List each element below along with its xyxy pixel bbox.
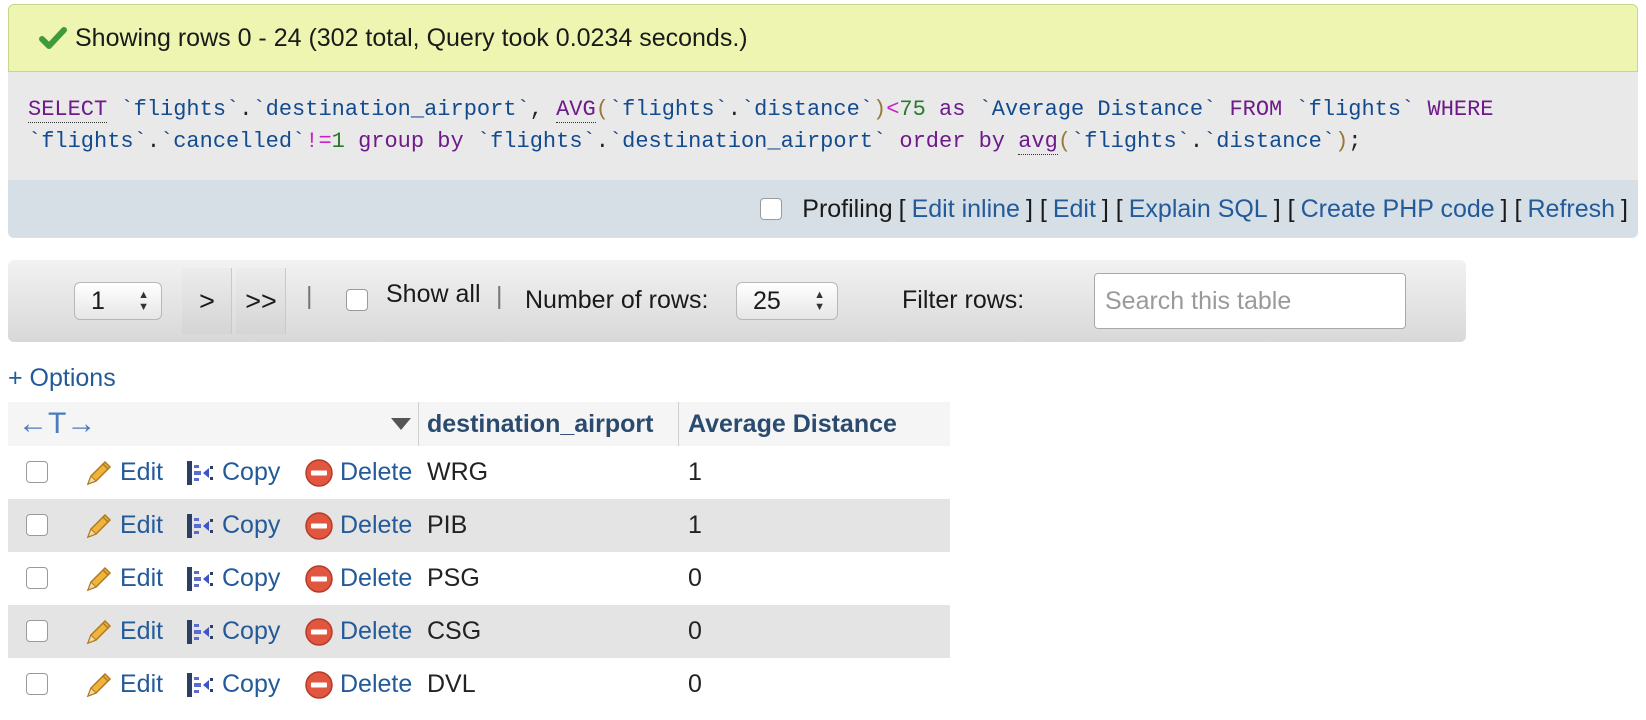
copy-row-button[interactable]: Copy <box>184 499 280 552</box>
success-message: Showing rows 0 - 24 (302 total, Query to… <box>8 4 1638 72</box>
status-message: Showing rows 0 - 24 (302 total, Query to… <box>75 23 748 52</box>
delete-row-button[interactable]: Delete <box>304 446 412 499</box>
delete-icon <box>305 564 333 593</box>
copy-row-button[interactable]: Copy <box>184 446 280 499</box>
table-row: Edit Copy Delete PSG 0 <box>8 552 950 605</box>
copy-row-icon <box>187 672 213 697</box>
options-toggle[interactable]: + Options <box>8 364 116 393</box>
copy-label: Copy <box>222 617 281 645</box>
copy-row-icon <box>187 566 213 591</box>
copy-row-button[interactable]: Copy <box>184 552 280 605</box>
cell-destination-airport[interactable]: DVL <box>427 658 476 711</box>
delete-row-button[interactable]: Delete <box>304 499 412 552</box>
nav-separator: | <box>496 282 503 310</box>
rows-label: Number of rows: <box>525 286 709 314</box>
edit-label: Edit <box>120 511 164 539</box>
copy-row-button[interactable]: Copy <box>184 605 280 658</box>
cell-average-distance[interactable]: 0 <box>688 658 702 711</box>
copy-label: Copy <box>222 564 281 592</box>
cell-average-distance[interactable]: 1 <box>688 446 702 499</box>
cell-average-distance[interactable]: 1 <box>688 499 702 552</box>
delete-row-button[interactable]: Delete <box>304 552 412 605</box>
query-actions-bar: Profiling [ Edit inline ] [ Edit ] [ Exp… <box>8 180 1638 238</box>
copy-label: Copy <box>222 458 281 486</box>
delete-icon <box>305 458 333 487</box>
copy-row-button[interactable]: Copy <box>184 658 280 711</box>
delete-row-button[interactable]: Delete <box>304 605 412 658</box>
copy-row-icon <box>187 460 213 485</box>
pencil-icon <box>86 619 112 644</box>
copy-label: Copy <box>222 511 281 539</box>
next-page-button[interactable]: > <box>182 268 232 334</box>
select-arrows-icon: ▲ ▼ <box>138 289 149 313</box>
copy-label: Copy <box>222 670 281 698</box>
edit-row-button[interactable]: Edit <box>84 552 163 605</box>
edit-label: Edit <box>120 458 164 486</box>
edit-label: Edit <box>120 617 164 645</box>
profiling-label: Profiling <box>802 194 893 223</box>
pencil-icon <box>86 566 112 591</box>
results-table: ←T→ destination_airport Average Distance… <box>8 402 950 711</box>
pencil-icon <box>86 460 112 485</box>
cell-average-distance[interactable]: 0 <box>688 552 702 605</box>
table-row: Edit Copy Delete PIB 1 <box>8 499 950 552</box>
edit-row-button[interactable]: Edit <box>84 605 163 658</box>
cell-destination-airport[interactable]: PIB <box>427 499 467 552</box>
edit-label: Edit <box>120 564 164 592</box>
pencil-icon <box>86 513 112 538</box>
row-checkbox[interactable] <box>26 620 48 642</box>
refresh-link[interactable]: Refresh <box>1528 195 1616 224</box>
show-all-checkbox[interactable] <box>346 289 368 311</box>
sql-query: SELECT `flights`.`destination_airport`, … <box>8 72 1638 180</box>
edit-row-button[interactable]: Edit <box>84 499 163 552</box>
profiling-checkbox[interactable] <box>760 198 783 220</box>
row-checkbox[interactable] <box>26 673 48 695</box>
delete-icon <box>305 670 333 699</box>
sql-line-2: `flights`.`cancelled`!=1 group by `fligh… <box>28 129 1362 155</box>
delete-icon <box>305 511 333 540</box>
delete-label: Delete <box>340 511 413 539</box>
nav-separator: | <box>306 282 313 310</box>
edit-label: Edit <box>120 670 164 698</box>
pencil-icon <box>86 672 112 697</box>
check-icon <box>39 27 67 49</box>
filter-rows-label: Filter rows: <box>902 286 1025 314</box>
delete-label: Delete <box>340 670 413 698</box>
create-php-code-link[interactable]: Create PHP code <box>1301 195 1495 224</box>
cell-average-distance[interactable]: 0 <box>688 605 702 658</box>
sort-dropdown-icon[interactable] <box>390 402 412 446</box>
delete-label: Delete <box>340 458 413 486</box>
table-row: Edit Copy Delete WRG 1 <box>8 446 950 499</box>
sql-line-1: SELECT `flights`.`destination_airport`, … <box>28 97 1494 123</box>
edit-inline-link[interactable]: Edit inline <box>912 195 1020 224</box>
row-checkbox[interactable] <box>26 514 48 536</box>
select-arrows-icon: ▲ ▼ <box>814 289 825 313</box>
edit-row-button[interactable]: Edit <box>84 446 163 499</box>
column-header-average-distance[interactable]: Average Distance <box>688 402 897 446</box>
copy-row-icon <box>187 619 213 644</box>
cell-destination-airport[interactable]: PSG <box>427 552 480 605</box>
column-resize-arrows-icon[interactable]: ←T→ <box>18 402 96 446</box>
filter-rows-input[interactable] <box>1094 273 1406 329</box>
table-row: Edit Copy Delete CSG 0 <box>8 605 950 658</box>
cell-destination-airport[interactable]: WRG <box>427 446 488 499</box>
last-page-button[interactable]: >> <box>236 268 286 334</box>
delete-icon <box>305 617 333 646</box>
copy-row-icon <box>187 513 213 538</box>
table-header: ←T→ destination_airport Average Distance <box>8 402 950 446</box>
page-select[interactable]: 1 ▲ ▼ <box>74 282 162 320</box>
column-header-destination-airport[interactable]: destination_airport <box>427 402 653 446</box>
edit-row-button[interactable]: Edit <box>84 658 163 711</box>
table-row: Edit Copy Delete DVL 0 <box>8 658 950 711</box>
row-checkbox[interactable] <box>26 461 48 483</box>
delete-row-button[interactable]: Delete <box>304 658 412 711</box>
cell-destination-airport[interactable]: CSG <box>427 605 481 658</box>
show-all-label: Show all <box>386 280 481 308</box>
row-checkbox[interactable] <box>26 567 48 589</box>
rows-per-page-select[interactable]: 25 ▲ ▼ <box>736 282 838 320</box>
delete-label: Delete <box>340 564 413 592</box>
explain-sql-link[interactable]: Explain SQL <box>1129 195 1268 224</box>
delete-label: Delete <box>340 617 413 645</box>
edit-query-link[interactable]: Edit <box>1053 195 1096 224</box>
